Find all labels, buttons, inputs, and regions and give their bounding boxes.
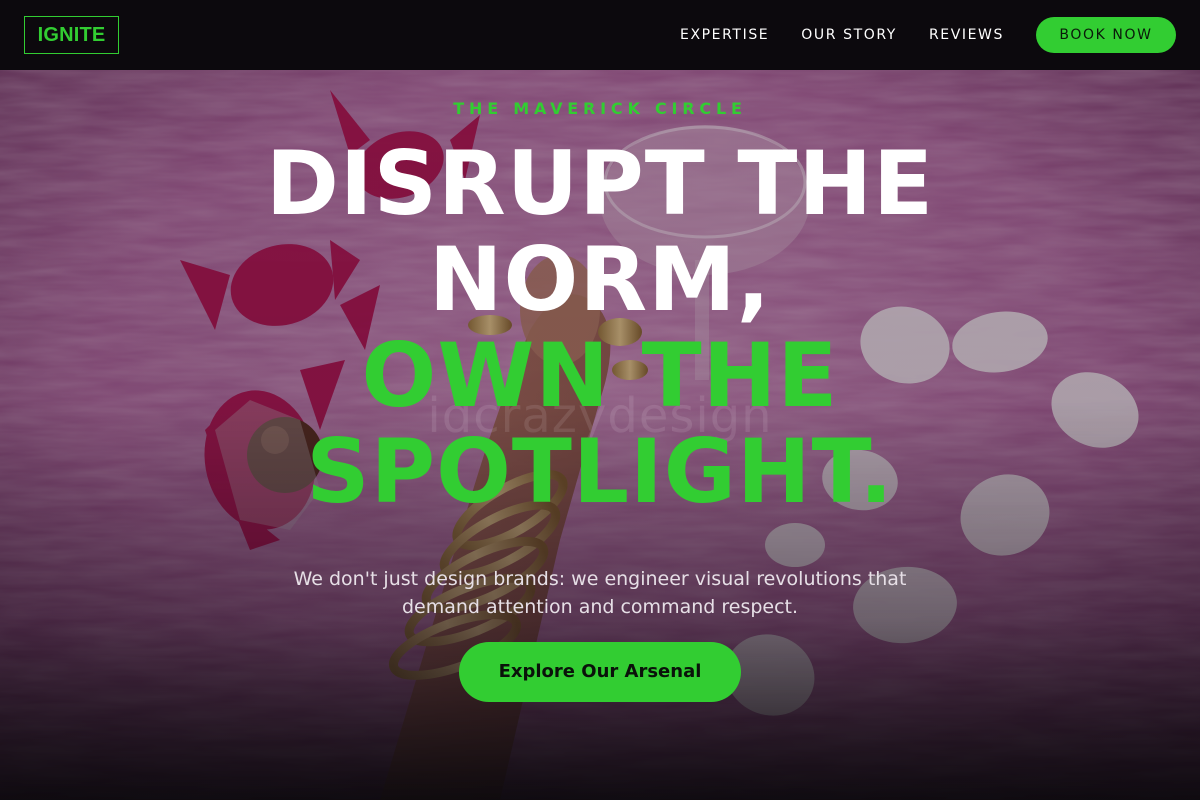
nav-link-our-story[interactable]: OUR STORY (801, 27, 897, 43)
headline-line-3: OWN THE (361, 324, 839, 427)
explore-arsenal-button[interactable]: Explore Our Arsenal (459, 642, 741, 702)
headline-line-4: SPOTLIGHT. (306, 420, 894, 523)
book-now-button[interactable]: BOOK NOW (1036, 17, 1176, 53)
headline-line-2: NORM, (428, 228, 772, 331)
headline-line-1: DISRUPT THE (265, 132, 935, 235)
hero-headline: DISRUPT THE NORM, OWN THE SPOTLIGHT. (150, 136, 1050, 520)
hero-subtitle: We don't just design brands: we engineer… (293, 568, 907, 618)
nav-link-reviews[interactable]: REVIEWS (929, 27, 1004, 43)
brand-logo[interactable]: IGNITE (24, 16, 119, 54)
site-header: IGNITE EXPERTISE OUR STORY REVIEWS BOOK … (0, 0, 1200, 70)
main-nav: EXPERTISE OUR STORY REVIEWS BOOK NOW (680, 17, 1176, 53)
hero-content: THE MAVERICK CIRCLE DISRUPT THE NORM, OW… (0, 70, 1200, 800)
hero-eyebrow: THE MAVERICK CIRCLE (453, 99, 747, 118)
nav-link-expertise[interactable]: EXPERTISE (680, 27, 769, 43)
hero-section: idcrazydesign THE MAVERICK CIRCLE DISRUP… (0, 70, 1200, 800)
